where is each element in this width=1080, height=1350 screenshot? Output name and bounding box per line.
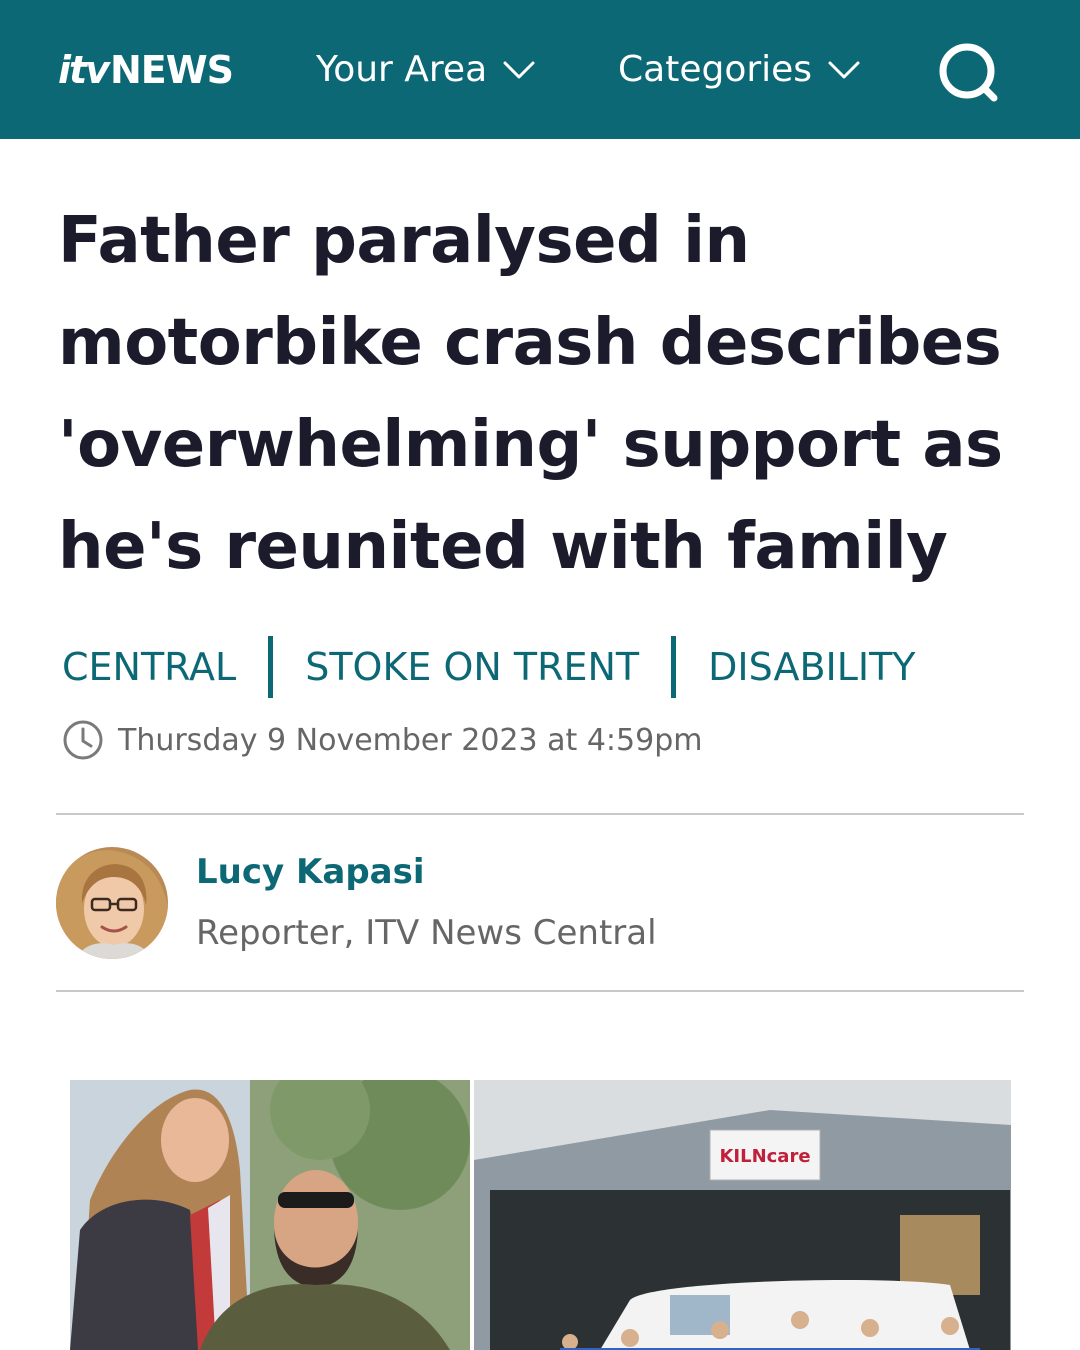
warehouse-sign-text: KILNcare [719, 1146, 810, 1167]
article-headline: Father paralysed in motorbike crash desc… [58, 204, 1003, 584]
chevron-down-icon [503, 61, 535, 79]
author-name[interactable]: Lucy Kapasi [196, 850, 425, 894]
tag-stoke-on-trent[interactable]: STOKE ON TRENT [305, 645, 639, 689]
tag-central[interactable]: CENTRAL [62, 645, 236, 689]
tag-disability[interactable]: DISABILITY [708, 645, 915, 689]
clock-icon [63, 720, 103, 760]
author-role: Reporter, ITV News Central [196, 913, 657, 953]
itv-news-logo[interactable]: itvNEWS [58, 48, 234, 92]
nav-categories-label: Categories [618, 49, 813, 90]
nav-your-area-label: Your Area [316, 49, 488, 90]
logo-news-text: NEWS [109, 48, 234, 92]
search-icon[interactable] [936, 40, 1000, 104]
nav-categories[interactable]: Categories [618, 48, 860, 92]
hero-image[interactable]: KILNcare [70, 1080, 1011, 1350]
author-photo [56, 847, 168, 959]
publish-timestamp: Thursday 9 November 2023 at 4:59pm [62, 718, 702, 762]
tag-divider [671, 636, 677, 698]
chevron-down-icon [828, 61, 860, 79]
hero-photo-collage: KILNcare [70, 1080, 1011, 1350]
author-avatar[interactable] [56, 847, 168, 959]
divider [56, 990, 1024, 992]
site-header: itvNEWS Your Area Categories [0, 0, 1080, 139]
tag-divider [268, 636, 274, 698]
nav-your-area[interactable]: Your Area [316, 48, 535, 92]
logo-itv-text: itv [58, 48, 110, 92]
divider [56, 813, 1024, 815]
article-tags: CENTRAL STOKE ON TRENT DISABILITY [62, 636, 916, 698]
timestamp-text: Thursday 9 November 2023 at 4:59pm [118, 722, 703, 758]
